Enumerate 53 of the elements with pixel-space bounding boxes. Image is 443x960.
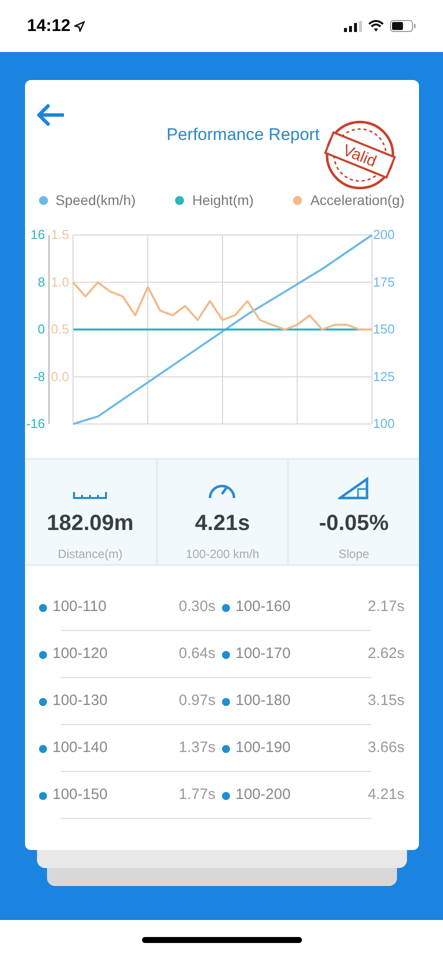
- axis-tick-label: -8: [32, 368, 44, 384]
- battery-icon: [390, 20, 416, 32]
- split-time: 3.15s: [368, 691, 404, 712]
- split-range: 100-130: [52, 691, 109, 712]
- report-title: Performance Report: [166, 124, 320, 146]
- status-time: 14:12: [27, 15, 70, 38]
- axis-tick-label: 1.5: [50, 227, 69, 242]
- split-time: 2.62s: [368, 644, 404, 664]
- legend-label: Acceleration(g): [310, 190, 404, 210]
- back-arrow-icon: [36, 104, 64, 126]
- split-range: 100-180: [236, 691, 292, 712]
- split-time: 1.37s: [178, 738, 216, 758]
- split-time: 3.66s: [368, 738, 404, 758]
- stat-value: 182.09m: [46, 509, 134, 537]
- legend-label: Speed(km/h): [56, 190, 136, 210]
- axis-tick-label: 0.5: [50, 322, 69, 336]
- axis-tick-label: 125: [372, 368, 394, 384]
- axis-tick-label: 100: [372, 416, 394, 431]
- axis-tick-label: 200: [372, 227, 394, 242]
- split-range: 100-190: [236, 738, 292, 758]
- split-time: 0.97s: [178, 691, 216, 712]
- stat-label: Distance(m): [58, 546, 122, 563]
- split-time: 0.64s: [178, 644, 216, 664]
- split-range: 100-150: [52, 785, 109, 806]
- axis-tick-label: -16: [26, 416, 44, 431]
- wifi-icon: [368, 20, 384, 32]
- stat-value: -0.05%: [318, 509, 389, 537]
- split-range: 100-170: [236, 644, 292, 664]
- axis-tick-label: 16: [30, 227, 44, 242]
- legend-label: Height(m): [192, 190, 254, 210]
- split-range: 100-160: [236, 597, 292, 618]
- stat-value: 4.21s: [194, 509, 250, 537]
- split-range: 100-120: [52, 644, 109, 664]
- split-range: 100-200: [236, 785, 292, 806]
- split-time: 0.30s: [178, 597, 216, 618]
- split-time: 4.21s: [368, 785, 404, 806]
- axis-tick-label: 150: [372, 322, 394, 336]
- signal-icon: [344, 20, 362, 32]
- stat-label: Slope: [338, 546, 370, 563]
- axis-tick-label: 175: [372, 274, 394, 290]
- ruler-icon: [73, 490, 108, 500]
- split-time: 2.17s: [368, 597, 404, 618]
- location-arrow-icon: [74, 20, 86, 32]
- axis-tick-label: 1.0: [50, 274, 69, 290]
- axis-tick-label: 0.0: [50, 368, 69, 384]
- axis-tick-label: 8: [37, 274, 44, 290]
- axis-tick-label: 0: [37, 322, 44, 336]
- slope-icon: [338, 476, 370, 500]
- split-range: 100-110: [52, 597, 108, 618]
- valid-stamp: Valid: [322, 118, 396, 192]
- split-range: 100-140: [52, 738, 109, 758]
- stat-label: 100-200 km/h: [186, 546, 260, 563]
- split-time: 1.77s: [178, 785, 216, 806]
